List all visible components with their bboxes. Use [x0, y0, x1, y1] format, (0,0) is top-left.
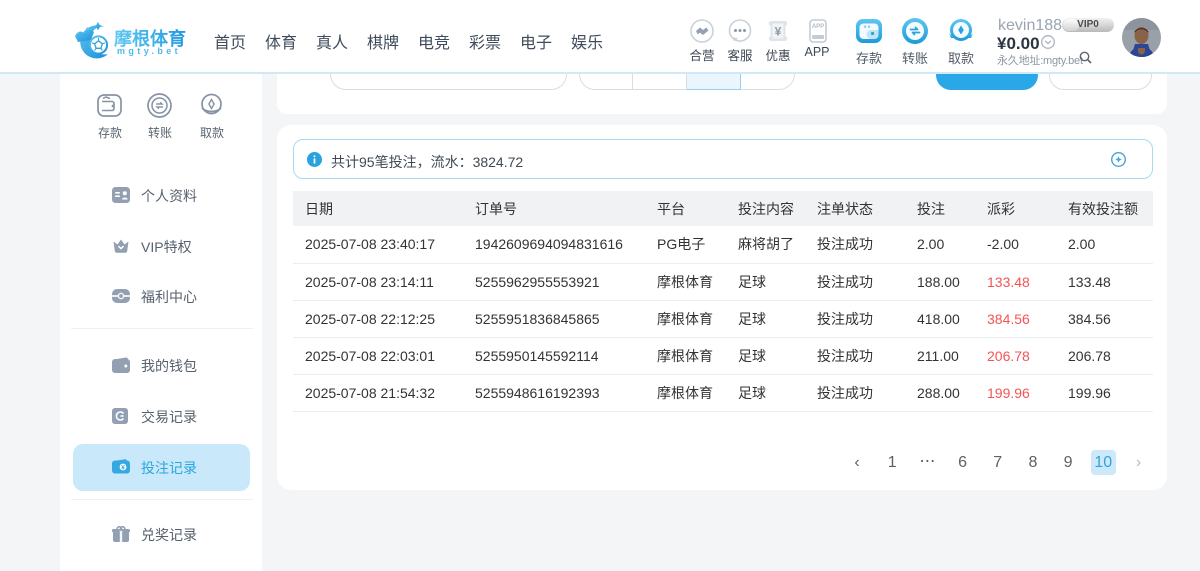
- svg-text:¥: ¥: [121, 465, 125, 472]
- svg-text:¥: ¥: [775, 25, 782, 39]
- svg-text:APP: APP: [812, 24, 824, 30]
